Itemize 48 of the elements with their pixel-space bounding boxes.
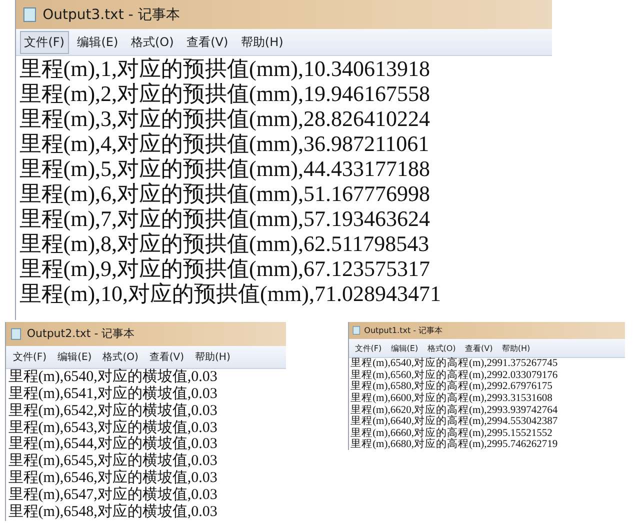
menu-item[interactable]: 帮助(H) <box>498 340 534 356</box>
menu-item[interactable]: 文件(F) <box>351 340 386 356</box>
menu-item[interactable]: 文件(F) <box>20 30 70 54</box>
text-line: 里程(m),7,对应的预拱值(mm),57.193463624 <box>19 206 431 232</box>
text-line: 里程(m),8,对应的预拱值(mm),62.511798543 <box>19 231 430 256</box>
menu-item[interactable]: 格式(O) <box>424 340 460 356</box>
notepad-icon <box>352 326 361 336</box>
text-line: 里程(m),2,对应的预拱值(mm),19.946167558 <box>19 81 431 106</box>
menu-item[interactable]: 编辑(E) <box>54 347 96 366</box>
window-title: Output2.txt - 记事本 <box>26 326 135 342</box>
menu-item[interactable]: 格式(O) <box>126 30 178 54</box>
text-line: 里程(m),5,对应的预拱值(mm),44.433177188 <box>19 156 431 182</box>
text-line: 里程(m),6660,对应的高程(m),2995.15521552 <box>350 428 554 439</box>
menu-item[interactable]: 编辑(E) <box>72 30 123 54</box>
menu-item[interactable]: 查看(V) <box>145 347 188 366</box>
text-line: 里程(m),9,对应的预拱值(mm),67.123575317 <box>19 256 431 282</box>
text-line: 里程(m),6680,对应的高程(m),2995.746262719 <box>350 439 559 450</box>
window-title: Output1.txt - 记事本 <box>364 325 443 336</box>
text-line: 里程(m),4,对应的预拱值(mm),36.987211061 <box>19 131 430 156</box>
text-line: 里程(m),6542,对应的横坡值,0.03 <box>8 402 218 419</box>
text-line: 里程(m),6640,对应的高程(m),2994.553042387 <box>350 416 559 428</box>
text-line: 里程(m),1,对应的预拱值(mm),10.340613918 <box>19 56 431 82</box>
text-line: 里程(m),6620,对应的高程(m),2993.939742764 <box>350 404 559 416</box>
text-line: 里程(m),6540,对应的横坡值,0.03 <box>8 368 218 385</box>
text-line: 里程(m),6545,对应的横坡值,0.03 <box>8 453 218 470</box>
menu-item[interactable]: 查看(V) <box>462 340 496 356</box>
text-line: 里程(m),6,对应的预拱值(mm),51.167776998 <box>19 181 431 206</box>
text-line: 里程(m),6544,对应的横坡值,0.03 <box>8 436 218 452</box>
menu-item[interactable]: 编辑(E) <box>387 340 422 356</box>
text-line: 里程(m),6548,对应的横坡值,0.03 <box>8 504 218 521</box>
menu-item[interactable]: 文件(F) <box>9 347 51 366</box>
menu-item[interactable]: 帮助(H) <box>191 347 234 366</box>
text-line: 里程(m),3,对应的预拱值(mm),28.826410224 <box>19 106 431 132</box>
text-line: 里程(m),6543,对应的横坡值,0.03 <box>8 420 218 436</box>
menu-item[interactable]: 帮助(H) <box>236 30 288 54</box>
text-line: 里程(m),6546,对应的横坡值,0.03 <box>8 470 218 486</box>
text-line: 里程(m),6600,对应的高程(m),2993.31531608 <box>350 392 554 404</box>
text-line: 里程(m),6580,对应的高程(m),2992.67976175 <box>350 381 554 392</box>
text-line: 里程(m),6540,对应的高程(m),2991.375267745 <box>350 358 559 370</box>
notepad-icon <box>22 6 37 22</box>
text-line: 里程(m),6541,对应的横坡值,0.03 <box>8 386 218 402</box>
menu-item[interactable]: 格式(O) <box>98 347 142 366</box>
text-line: 里程(m),10,对应的预拱值(mm),71.028943471 <box>19 281 442 306</box>
notepad-icon <box>10 328 22 340</box>
text-line: 里程(m),6547,对应的横坡值,0.03 <box>8 487 218 504</box>
window-title: Output3.txt - 记事本 <box>42 6 180 24</box>
menu-item[interactable]: 查看(V) <box>182 30 233 54</box>
text-line: 里程(m),6560,对应的高程(m),2992.033079176 <box>350 370 559 381</box>
